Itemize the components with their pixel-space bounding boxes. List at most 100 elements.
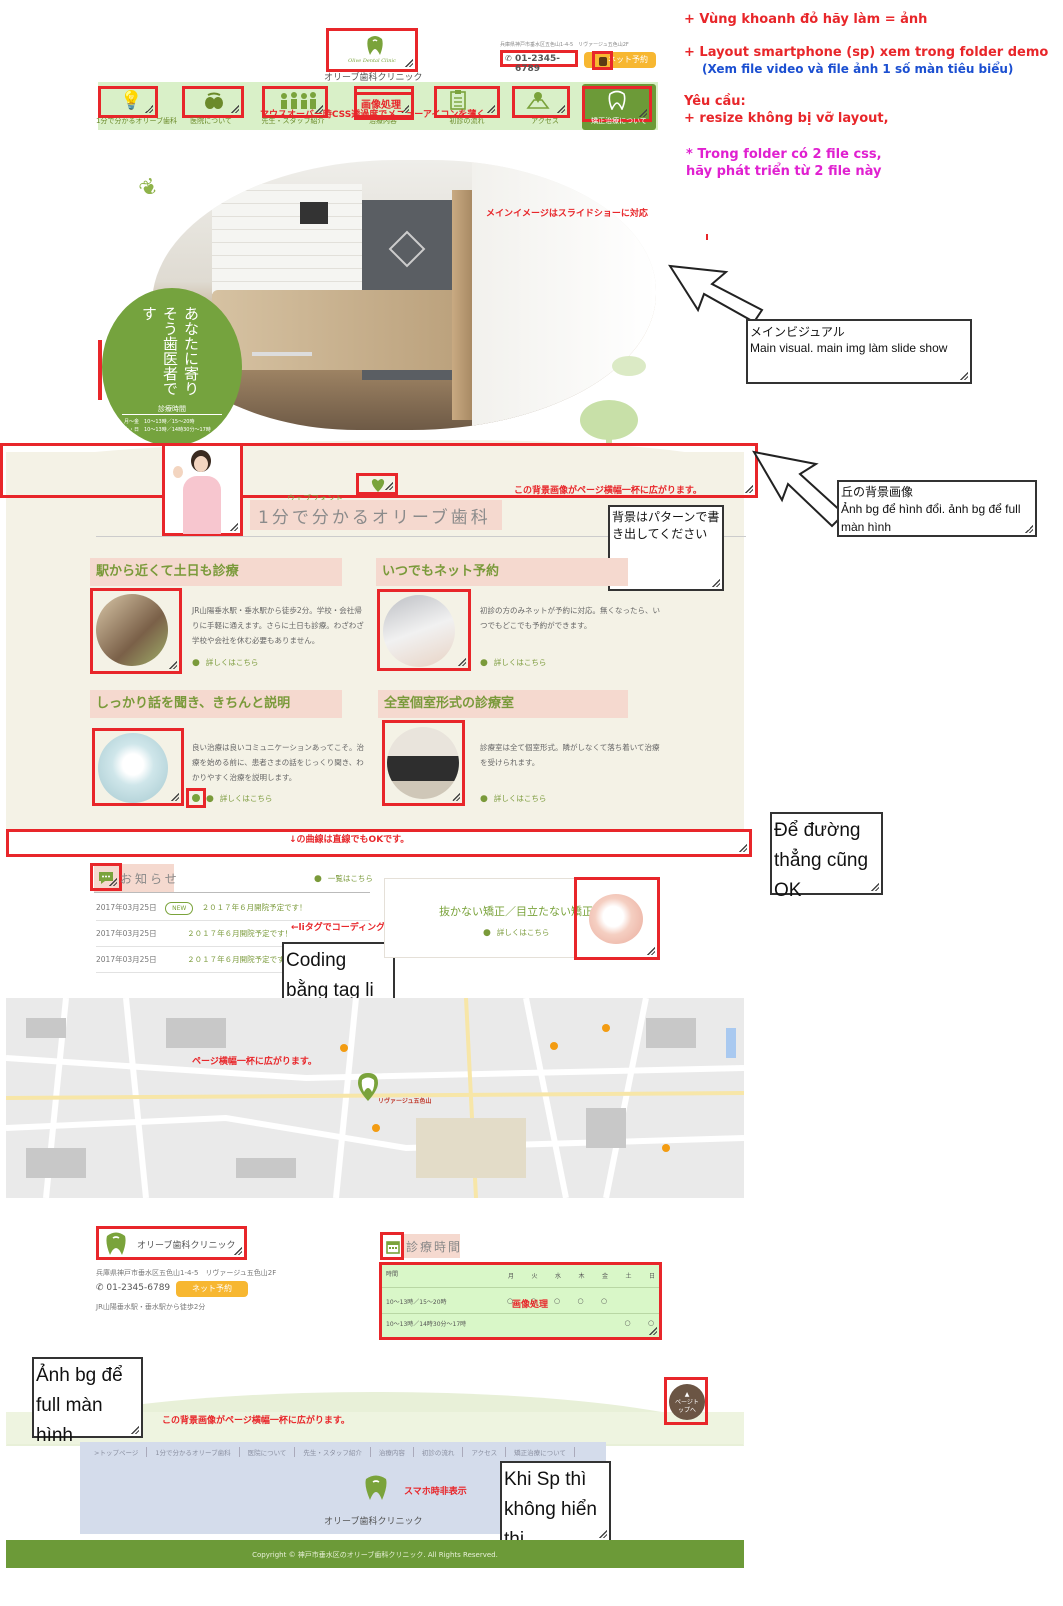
feature-more-link[interactable]: 詳しくはこちら <box>480 793 547 804</box>
footer-nav-link[interactable]: 矯正治療について <box>506 1447 575 1457</box>
page-top-button[interactable]: ▲ ページトップへ <box>669 1384 705 1420</box>
hours-mark: ○ <box>648 1319 655 1327</box>
footer-nav-link[interactable]: 先生・スタッフ紹介 <box>295 1447 371 1457</box>
feature-more-link[interactable]: 詳しくはこちら <box>480 657 547 668</box>
map-pin-label: リヴァージュ五色山 <box>378 1098 432 1105</box>
footer-nav-link[interactable]: 治療内容 <box>371 1447 414 1457</box>
hours-row-time: 10～13時／14時30分～17時 <box>386 1321 467 1328</box>
leaf-icon-box <box>356 473 398 495</box>
callout-text: Ảnh bg để hình đổi. ảnh bg để full màn h… <box>841 502 1021 534</box>
shelf <box>252 352 312 356</box>
instruction-line: hãy phát triển từ 2 file này <box>686 164 882 179</box>
hand <box>173 466 183 478</box>
image-process-note: 画像処理 <box>512 1300 549 1310</box>
hours-mark: ○ <box>624 1319 631 1327</box>
tooth-logo-icon <box>364 1474 388 1505</box>
footer-logo-box[interactable]: オリーブ歯科クリニック <box>96 1226 247 1260</box>
net-reserve-label: ネット予約 <box>192 1284 232 1293</box>
news-text: ２０１７年６月開院予定です！ <box>187 955 293 964</box>
banner-text: 抜かない矯正／目立たない矯正 <box>439 905 593 918</box>
speech-bubble-icon-box <box>90 863 122 891</box>
callout-text: Coding bằng tag li <box>286 950 374 1001</box>
nav-item-orthodontics[interactable]: 矯正治療について <box>582 84 656 130</box>
dental-model-photo <box>98 733 168 803</box>
nav-label: 医院について <box>190 117 232 125</box>
footer-nav-link[interactable]: 初診の流れ <box>414 1447 464 1457</box>
instruction-line: + Layout smartphone (sp) xem trong folde… <box>684 45 1049 60</box>
news-item[interactable]: 2017年03月25日 NEW ２０１７年６月開院予定です！ <box>96 895 370 921</box>
hours-day-header: 水 <box>555 1273 562 1280</box>
page-top-box[interactable]: ▲ ページトップへ <box>664 1377 708 1425</box>
footer-nav-link[interactable]: >トップページ <box>86 1447 148 1457</box>
curve-note: ↓の曲線は直線でもOKです。 <box>289 835 410 845</box>
hours-line: 月～金 10～13時／15～20時 <box>124 419 195 425</box>
hours-mark: ○ <box>601 1297 608 1305</box>
footer-phone: ✆ 01-2345-6789 <box>96 1283 170 1293</box>
copyright-text: Copyright © 神戸市垂水区のオリーブ歯科クリニック. All Righ… <box>252 1551 498 1559</box>
banner-more-link[interactable]: 詳しくはこちら <box>483 927 550 938</box>
net-reserve-label: ネット予約 <box>608 55 648 64</box>
hours-header-label: 時間 <box>386 1271 399 1278</box>
news-list-link[interactable]: 一覧はこちら <box>314 873 373 884</box>
new-badge: NEW <box>165 902 194 915</box>
divider <box>382 1287 659 1288</box>
bullet-icon <box>192 794 200 802</box>
footer-phone-number: 01-2345-6789 <box>106 1283 171 1293</box>
logo-box[interactable]: Olive Dental Clinic <box>326 28 418 72</box>
phone-box[interactable]: ✆ 01-2345-6789 <box>500 50 578 74</box>
hours-mark: ○ <box>577 1297 584 1305</box>
footer-nav-link[interactable]: 1分で分かるオリーブ歯科 <box>147 1447 240 1457</box>
tooth-icon <box>608 90 626 113</box>
footer-nav-link[interactable]: アクセス <box>463 1447 507 1457</box>
brick-wall <box>212 184 362 294</box>
hours-mark: ○ <box>554 1297 561 1305</box>
feature-more-link[interactable]: 詳しくはこちら <box>192 657 259 668</box>
red-edge <box>98 340 102 400</box>
instruction-line: + resize không bị vỡ layout, <box>684 111 889 126</box>
staff-woman-image <box>162 443 243 536</box>
feature-text: 初診の方のみネットが予約に対応。無くなったら、いつでもどこでも予約ができます。 <box>480 606 660 630</box>
nav-label: 1分で分かるオリーブ歯科 <box>96 117 178 125</box>
reception-counter <box>212 290 462 370</box>
footer-nav-link[interactable]: 医院について <box>240 1447 296 1457</box>
calendar-icon-box <box>380 1232 404 1260</box>
hours-day-header: 木 <box>578 1273 585 1280</box>
tv-screen <box>300 202 328 224</box>
nav-item-about-1min[interactable]: 💡 1分で分かるオリーブ歯科 <box>96 84 178 130</box>
footer-nav: >トップページ 1分で分かるオリーブ歯科 医院について 先生・スタッフ紹介 治療内容 初診… <box>86 1447 575 1457</box>
news-date: 2017年03月25日 <box>96 955 157 964</box>
feature-more-link[interactable]: 詳しくはこちら <box>206 793 273 804</box>
sp-hide-note: スマホ時非表示 <box>404 1487 467 1497</box>
olive-icon <box>204 92 224 113</box>
instruction-line: * Trong folder có 2 file css, <box>686 147 882 162</box>
wood-pillar <box>452 190 472 420</box>
google-map[interactable]: リヴァージュ五色山 ページ横幅一杯に広がります。 <box>6 998 744 1198</box>
white-arch <box>472 160 656 430</box>
bush-decoration <box>612 356 646 376</box>
lightbulb-icon: 💡 <box>120 90 143 111</box>
footer-net-reserve-button[interactable]: ネット予約 <box>176 1281 248 1297</box>
feature-title: しっかり話を聞き、きちんと説明 <box>90 690 342 718</box>
divider <box>382 1313 659 1314</box>
calendar-icon <box>386 1240 400 1257</box>
nav-item-clinic[interactable]: 医院について <box>178 84 244 130</box>
hours-day-header: 土 <box>625 1273 632 1280</box>
news-title: お知らせ <box>120 872 180 886</box>
map-marker-icon[interactable] <box>356 1072 380 1105</box>
hours-row-time: 10～13時／15～20時 <box>386 1299 447 1306</box>
li-tag-note: ←liタグでコーディング <box>291 923 386 933</box>
feature-image-dental-model <box>92 728 184 806</box>
bottom-bg-note: この背景画像がページ横幅一杯に広がります。 <box>162 1416 350 1426</box>
feature-image-corridor <box>90 588 182 674</box>
hours-day-header: 日 <box>649 1273 656 1280</box>
bottom-bg-callout: Ảnh bg để full màn hình <box>32 1357 143 1446</box>
map-note: ページ横幅一杯に広がります。 <box>192 1057 317 1067</box>
footer-address: 兵庫県神戸市垂水区五色山1-4-5 リヴァージュ五色山2F <box>96 1269 277 1277</box>
heart-leaf-icon <box>371 477 385 496</box>
callout-text: 丘の背景画像 <box>841 485 914 499</box>
arrow-pointer-icon <box>752 450 848 535</box>
nav-item-access[interactable]: アクセス <box>510 84 580 130</box>
main-visual-callout: メインビジュアル Main visual. main img làm slide… <box>746 319 972 384</box>
face <box>194 456 208 472</box>
aligner-photo <box>589 894 643 944</box>
